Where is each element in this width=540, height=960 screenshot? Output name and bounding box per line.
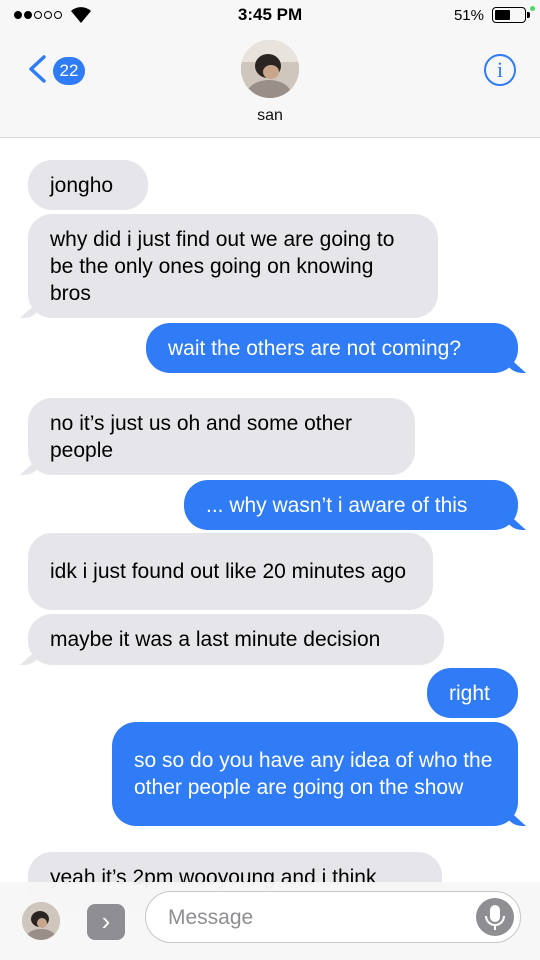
battery-icon (492, 7, 530, 23)
message-bubble-sent[interactable]: wait the others are not coming? (146, 323, 518, 373)
conversation-header: 22 san i (0, 32, 540, 138)
memoji-avatar-button[interactable] (22, 902, 60, 940)
battery-percent: 51% (453, 7, 484, 24)
unread-count-badge[interactable]: 22 (53, 57, 85, 85)
message-field[interactable] (145, 891, 521, 943)
message-bubble-received[interactable]: idk i just found out like 20 minutes ago (28, 533, 433, 610)
charging-indicator-icon (530, 6, 535, 11)
message-bubble-received[interactable]: why did i just find out we are going to … (28, 214, 438, 318)
message-bubble-received[interactable]: no it’s just us oh and some other people (28, 398, 415, 475)
apps-drawer-button[interactable]: › (87, 904, 125, 940)
microphone-icon[interactable] (476, 898, 514, 936)
compose-bar: › (0, 882, 540, 960)
message-bubble-sent[interactable]: ... why wasn’t i aware of this (184, 480, 518, 530)
contact-name[interactable]: san (0, 107, 540, 125)
chevron-left-icon[interactable] (26, 54, 48, 84)
message-bubble-sent[interactable]: so so do you have any idea of who the ot… (112, 722, 518, 826)
info-icon[interactable]: i (484, 54, 516, 86)
status-bar: 3:45 PM 51% (0, 0, 540, 32)
message-bubble-sent[interactable]: right (427, 668, 518, 718)
message-bubble-received[interactable]: maybe it was a last minute decision (28, 614, 444, 665)
contact-avatar[interactable] (241, 40, 299, 98)
message-bubble-received[interactable]: jongho (28, 160, 148, 210)
message-input[interactable] (166, 892, 460, 943)
